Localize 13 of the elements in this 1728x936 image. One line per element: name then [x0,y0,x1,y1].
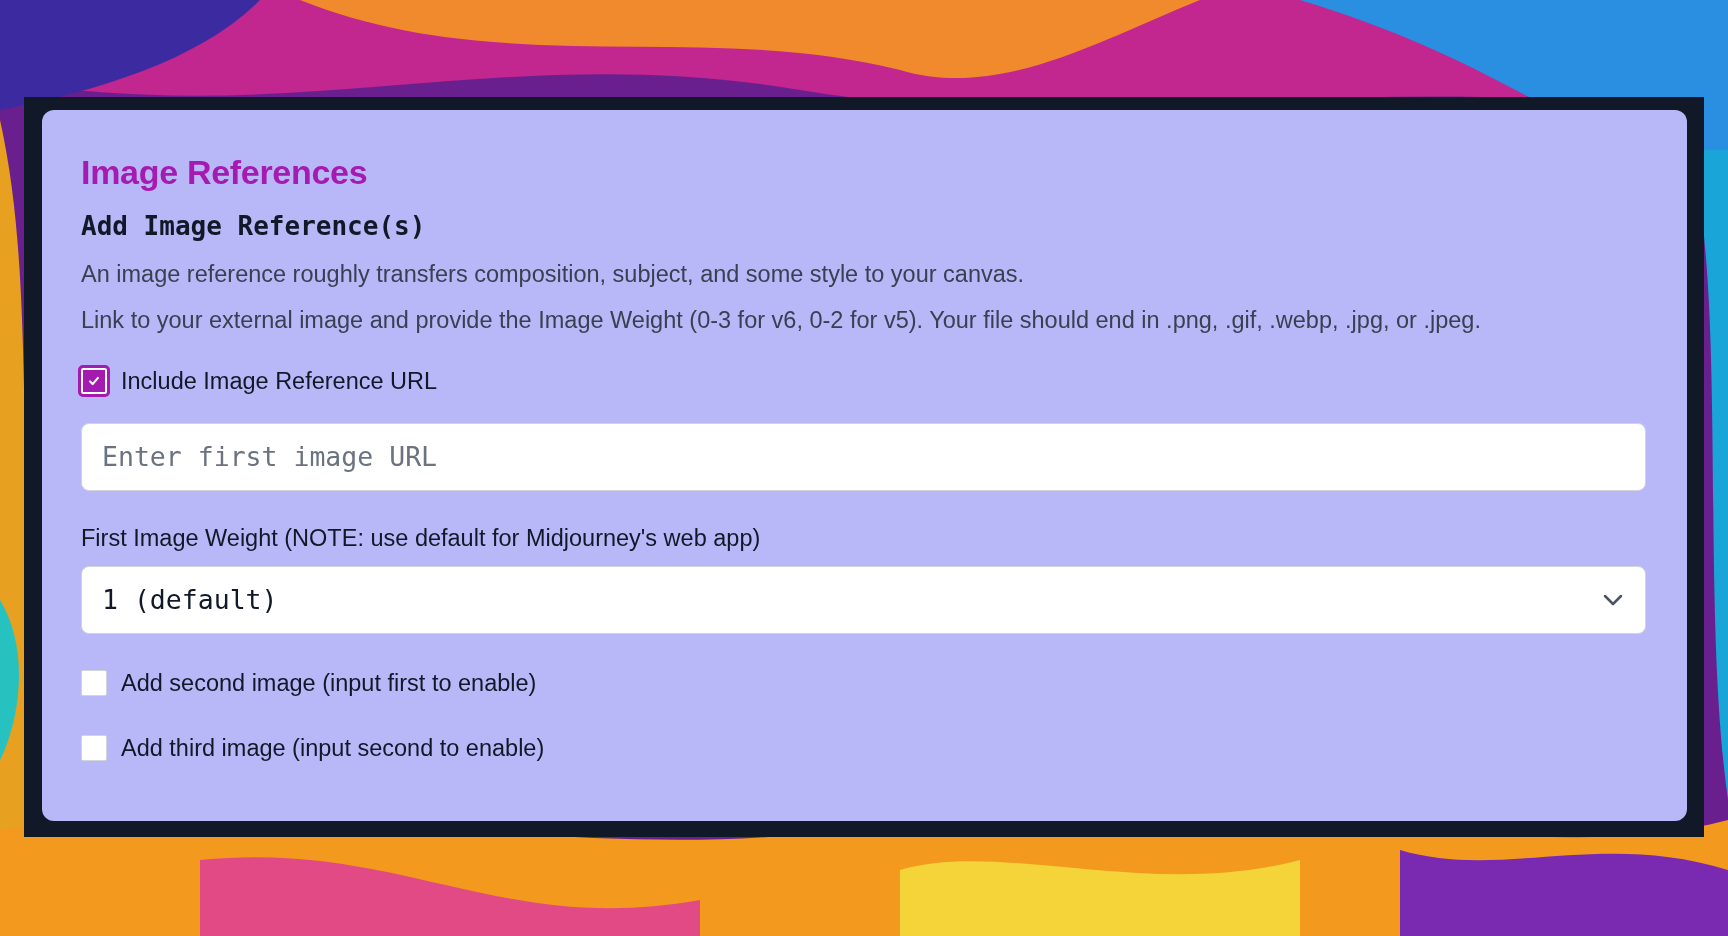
checkbox[interactable] [81,735,107,762]
checkbox-label: Add third image (input second to enable) [121,734,545,762]
description-text: Link to your external image and provide the Image Weight (0-3 for v6, 0-2 for v5). Your file should end in .png, .gif, .webp, .jpg, or .jpeg. [81,306,1482,334]
checkbox[interactable] [81,670,107,697]
section-title: Image References [81,152,369,193]
section-subtitle: Add Image Reference(s) [81,210,427,241]
checkbox-label: Include Image Reference URL [121,367,438,395]
checkbox-label: Add second image (input first to enable) [121,669,537,697]
description-text: An image reference roughly transfers composition, subject, and some style to your canvas. [81,260,1026,288]
weight-dropdown[interactable]: 1 (default) [81,565,1646,634]
chevron-down-icon [1603,593,1623,606]
weight-label: First Image Weight (NOTE: use default for Midjourney's web app) [81,524,762,552]
url-input-field[interactable]: Enter first image URL [81,422,1646,491]
